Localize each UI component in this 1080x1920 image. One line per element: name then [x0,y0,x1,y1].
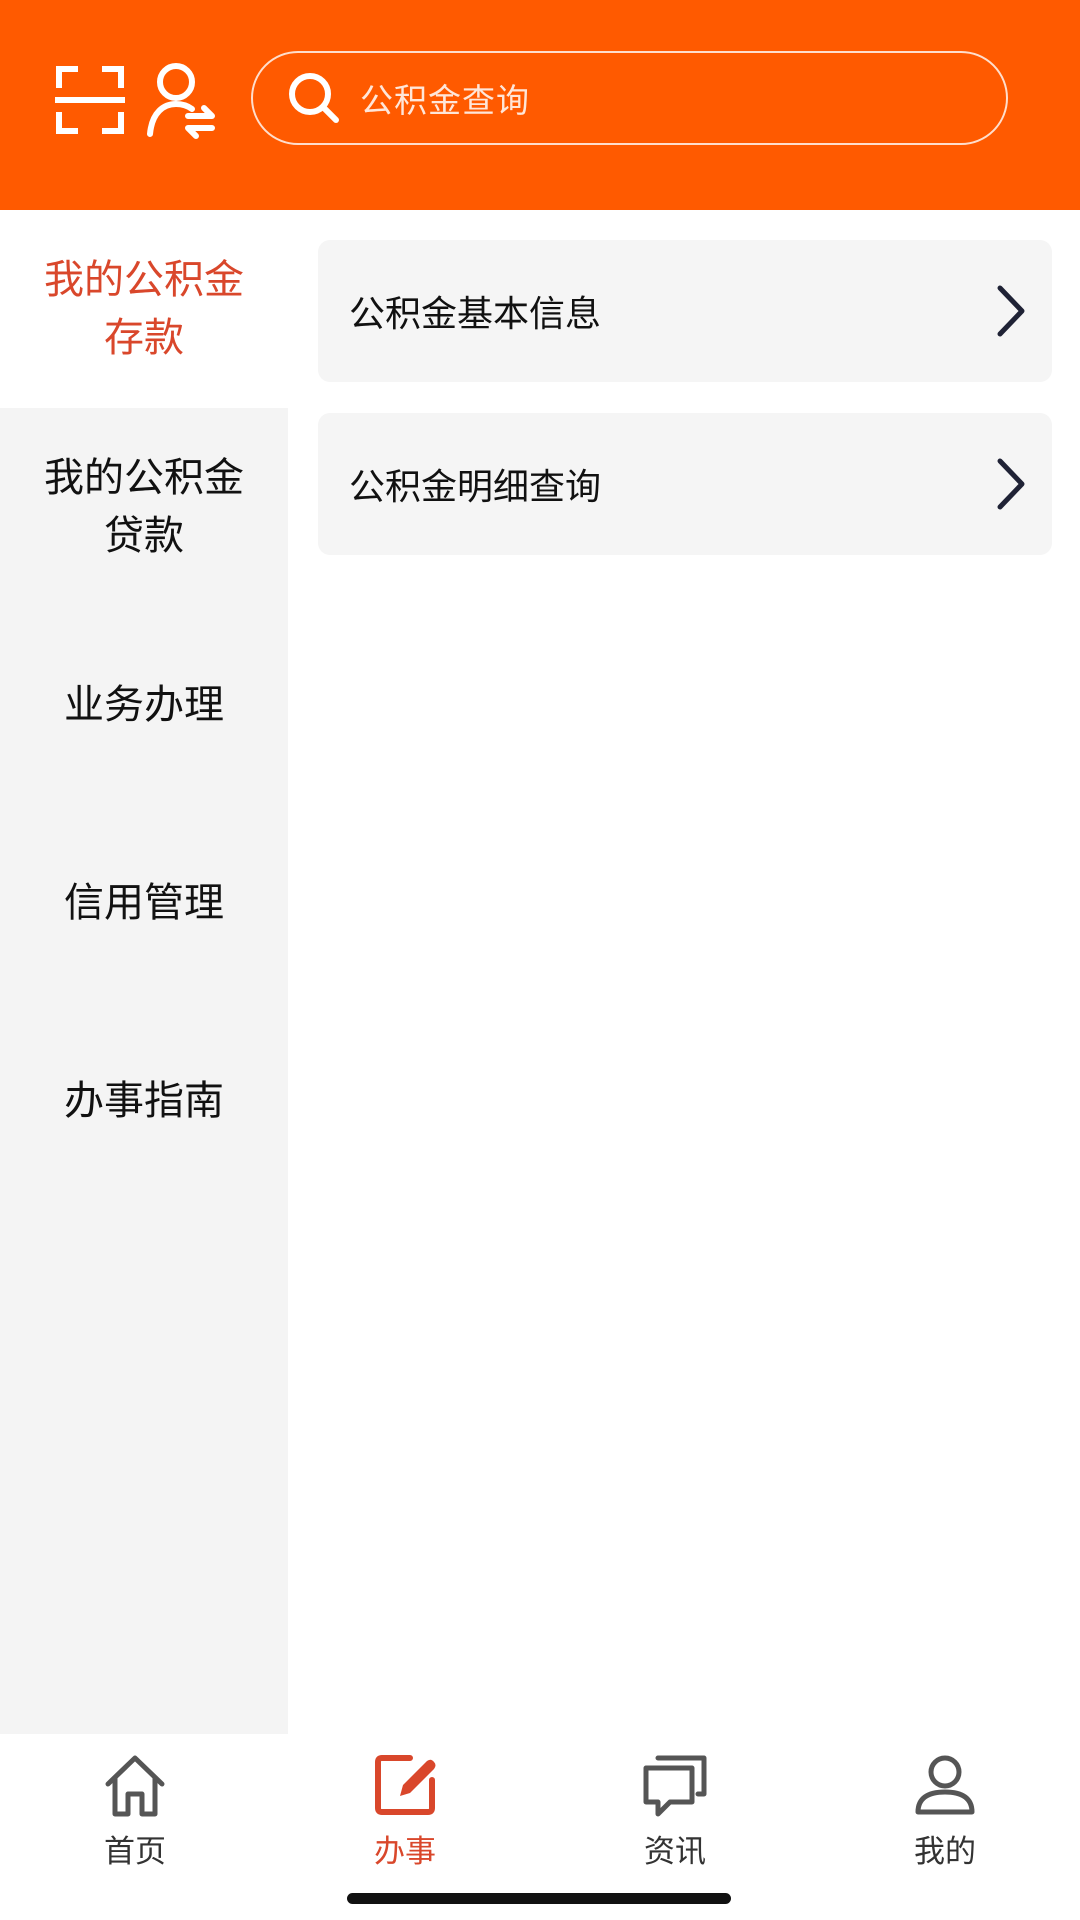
sidebar-item-guide[interactable]: 办事指南 [0,1002,288,1200]
sidebar-item-label: 我的公积金 贷款 [44,455,244,559]
tab-mine[interactable]: 我的 [810,1734,1080,1884]
chat-icon [643,1755,707,1817]
sidebar-item-label: 信用管理 [64,880,224,926]
category-sidebar: 我的公积金 存款 我的公积金 贷款 业务办理 信用管理 办事指南 [0,210,288,1734]
tab-home[interactable]: 首页 [0,1734,270,1884]
sidebar-item-business[interactable]: 业务办理 [0,606,288,804]
sidebar-item-label: 我的公积金 存款 [44,257,244,361]
search-placeholder: 公积金查询 [360,81,530,120]
profile-icon [915,1755,975,1815]
search-bar[interactable]: 公积金查询 [251,51,1008,145]
sidebar-item-label: 业务办理 [64,682,224,728]
top-header: 公积金查询 [0,0,1080,210]
sidebar-item-credit[interactable]: 信用管理 [0,804,288,1002]
search-icon [289,73,339,123]
chevron-right-icon [997,285,1025,337]
edit-icon [375,1755,436,1815]
list-item-detail-query[interactable]: 公积金明细查询 [318,413,1052,555]
list-item-label: 公积金明细查询 [349,467,602,508]
tab-label: 首页 [104,1834,166,1870]
tab-label: 我的 [914,1834,976,1870]
user-switch-icon[interactable] [146,60,216,140]
sidebar-item-loan[interactable]: 我的公积金 贷款 [0,408,288,606]
tab-label: 资讯 [644,1834,706,1870]
home-indicator [347,1893,731,1904]
tab-news[interactable]: 资讯 [540,1734,810,1884]
chevron-right-icon [997,458,1025,510]
scan-icon[interactable] [55,65,125,135]
sidebar-item-deposit[interactable]: 我的公积金 存款 [0,210,288,408]
tab-label: 办事 [374,1834,436,1870]
home-icon [105,1755,165,1817]
tab-affairs[interactable]: 办事 [270,1734,540,1884]
list-item-basic-info[interactable]: 公积金基本信息 [318,240,1052,382]
list-item-label: 公积金基本信息 [349,294,602,335]
sidebar-item-label: 办事指南 [64,1078,224,1124]
